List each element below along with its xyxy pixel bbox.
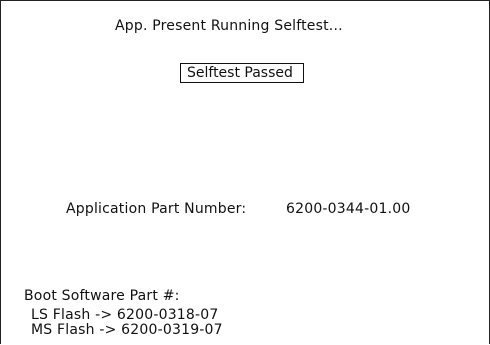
selftest-status-message: App. Present Running Selftest... xyxy=(115,18,343,34)
ms-flash-line: MS Flash -> 6200-0319-07 xyxy=(31,322,223,338)
selftest-screen: App. Present Running Selftest... Selftes… xyxy=(0,0,490,344)
selftest-result-box: Selftest Passed xyxy=(180,63,304,83)
boot-software-title: Boot Software Part #: xyxy=(24,288,180,304)
application-part-number-value: 6200-0344-01.00 xyxy=(286,201,411,217)
ls-flash-line: LS Flash -> 6200-0318-07 xyxy=(31,307,219,323)
application-part-number-label: Application Part Number: xyxy=(66,201,247,217)
selftest-result-text: Selftest Passed xyxy=(187,65,293,81)
